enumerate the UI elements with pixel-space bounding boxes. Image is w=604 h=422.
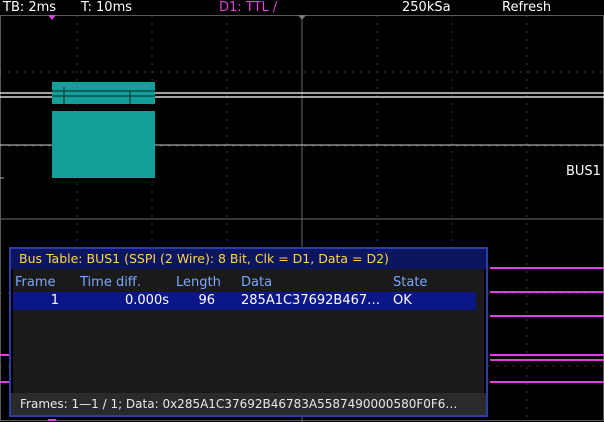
cell-time-diff: 0.000s	[125, 293, 169, 308]
table-row[interactable]: 1 0.000s 96 285A1C37692B467… OK	[13, 292, 476, 310]
bus-table-header-row: Frame Time diff. Length Data State	[13, 274, 476, 292]
bus-table-window[interactable]: Bus Table: BUS1 (SSPI (2 Wire): 8 Bit, C…	[9, 247, 488, 417]
bus-table-title[interactable]: Bus Table: BUS1 (SSPI (2 Wire): 8 Bit, C…	[11, 249, 486, 269]
cell-state: OK	[393, 293, 412, 308]
acquisition-mode-readout[interactable]: Refresh	[502, 0, 551, 15]
bus-frame-block	[52, 111, 155, 178]
trigger-position-marker	[298, 15, 306, 20]
cell-frame: 1	[50, 293, 59, 308]
bus-channel-label: BUS1	[566, 164, 601, 179]
column-header-state[interactable]: State	[393, 274, 427, 292]
column-header-data[interactable]: Data	[241, 274, 386, 292]
cell-data: 285A1C37692B467…	[241, 293, 381, 308]
time-offset-readout[interactable]: T: 10ms	[81, 0, 132, 15]
column-header-length[interactable]: Length	[176, 274, 221, 292]
trigger-readout[interactable]: D1: TTL /	[219, 0, 277, 15]
cell-length: 96	[198, 293, 215, 308]
trigger-time-marker	[48, 15, 56, 20]
status-bar: TB: 2ms T: 10ms D1: TTL / 250kSa Refresh	[0, 0, 604, 15]
column-header-time-diff[interactable]: Time diff.	[80, 274, 141, 292]
timebase-readout[interactable]: TB: 2ms	[3, 0, 56, 15]
sample-rate-readout: 250kSa	[402, 0, 451, 15]
column-header-frame[interactable]: Frame	[15, 274, 56, 292]
bus-frame-header	[52, 82, 155, 104]
bus-table-body: Frame Time diff. Length Data State 1 0.0…	[13, 269, 484, 393]
bus-table-footer: Frames: 1—1 / 1; Data: 0x285A1C37692B467…	[11, 393, 486, 415]
